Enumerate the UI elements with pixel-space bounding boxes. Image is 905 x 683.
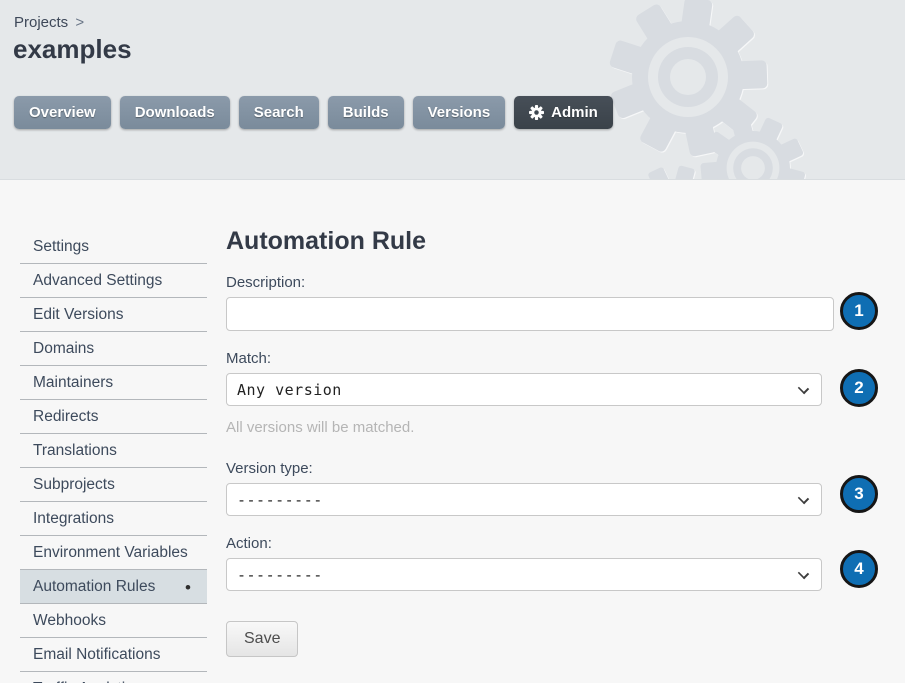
annotation-badge-2: 2 [840,369,878,407]
chevron-down-icon [798,383,809,394]
annotation-badge-3: 3 [840,475,878,513]
action-select-value: --------- [237,566,323,584]
match-label: Match: [226,350,838,367]
breadcrumb-separator: > [75,14,84,31]
match-select[interactable]: Any version [226,373,822,406]
breadcrumb-projects-link[interactable]: Projects [14,14,68,31]
automation-rule-form: Automation Rule Description: Match: Any … [226,230,838,683]
action-label: Action: [226,535,838,552]
annotation-badge-1: 1 [840,292,878,330]
project-admin-page: Projects > examples Overview Downloads S… [0,0,905,683]
annotation-number: 4 [854,559,863,579]
page-title: Automation Rule [226,227,838,256]
sidebar-item-email-notifications[interactable]: Email Notifications [20,638,207,672]
annotation-number: 2 [854,378,863,398]
tab-downloads[interactable]: Downloads [120,96,230,129]
description-input[interactable] [226,297,834,331]
save-button[interactable]: Save [226,621,298,657]
annotation-badge-4: 4 [840,550,878,588]
sidebar-item-webhooks[interactable]: Webhooks [20,604,207,638]
sidebar-item-translations[interactable]: Translations [20,434,207,468]
sidebar-item-domains[interactable]: Domains [20,332,207,366]
tab-versions[interactable]: Versions [413,96,506,129]
sidebar-item-label: Automation Rules [33,578,155,596]
tab-admin[interactable]: Admin [514,96,613,129]
annotation-number: 1 [854,301,863,321]
sidebar-item-redirects[interactable]: Redirects [20,400,207,434]
project-title: examples [13,34,132,65]
tab-overview[interactable]: Overview [14,96,111,129]
gears-decoration [0,0,905,180]
project-header: Projects > examples Overview Downloads S… [0,0,905,180]
version-type-label: Version type: [226,460,838,477]
tab-builds[interactable]: Builds [328,96,404,129]
admin-sidebar: Settings Advanced Settings Edit Versions… [20,230,207,683]
sidebar-item-subprojects[interactable]: Subprojects [20,468,207,502]
description-label: Description: [226,274,838,291]
sidebar-item-settings[interactable]: Settings [20,230,207,264]
annotation-number: 3 [854,484,863,504]
sidebar-item-environment-variables[interactable]: Environment Variables [20,536,207,570]
action-select[interactable]: --------- [226,558,822,591]
project-tab-bar: Overview Downloads Search Builds Version… [14,96,613,129]
sidebar-item-traffic-analytics[interactable]: Traffic Analytics [20,672,207,683]
breadcrumb: Projects > [14,14,84,31]
active-item-dot: • [185,579,194,596]
match-select-value: Any version [237,381,342,399]
sidebar-item-automation-rules[interactable]: Automation Rules • [20,570,207,604]
tab-search[interactable]: Search [239,96,319,129]
admin-content: Settings Advanced Settings Edit Versions… [0,180,905,683]
chevron-down-icon [798,568,809,579]
match-help-text: All versions will be matched. [226,419,838,436]
sidebar-item-maintainers[interactable]: Maintainers [20,366,207,400]
sidebar-item-integrations[interactable]: Integrations [20,502,207,536]
version-type-select[interactable]: --------- [226,483,822,516]
version-type-select-value: --------- [237,491,323,509]
sidebar-item-advanced-settings[interactable]: Advanced Settings [20,264,207,298]
tab-admin-label: Admin [551,104,598,121]
gear-icon [529,105,544,120]
chevron-down-icon [798,493,809,504]
sidebar-item-edit-versions[interactable]: Edit Versions [20,298,207,332]
